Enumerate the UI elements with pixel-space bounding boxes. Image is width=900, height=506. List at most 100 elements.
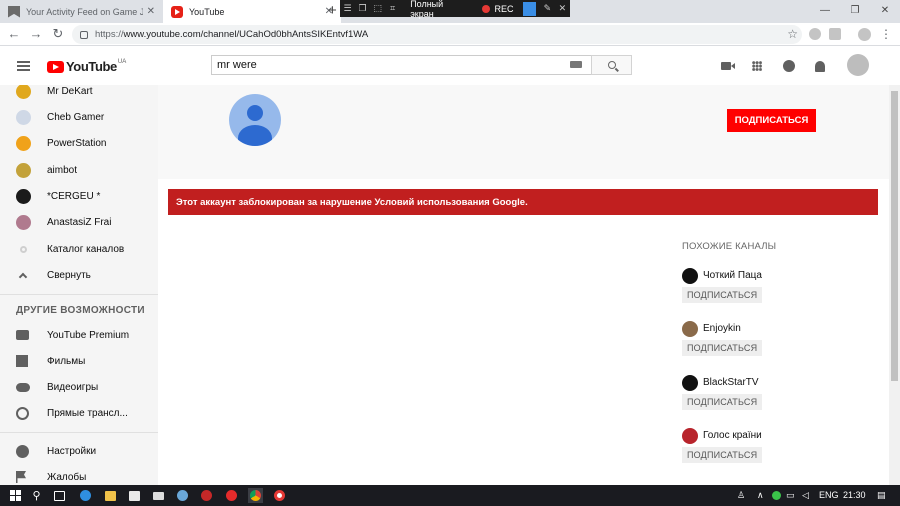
sidebar-item-aimbot[interactable]: aimbot bbox=[0, 157, 158, 183]
hamburger-menu-icon[interactable] bbox=[17, 61, 30, 71]
edge-button[interactable] bbox=[78, 488, 93, 503]
minimize-button[interactable]: — bbox=[810, 0, 840, 20]
task-view-button[interactable] bbox=[52, 488, 67, 503]
sidebar-item-anastasiz-frai[interactable]: AnastasiZ Frai bbox=[0, 209, 158, 235]
extension-icon[interactable] bbox=[829, 28, 841, 40]
windows-logo-icon bbox=[10, 490, 21, 501]
task-view-icon bbox=[54, 490, 65, 501]
search-icon[interactable]: ⚲ bbox=[29, 488, 44, 503]
bookmark-star-icon[interactable]: ☆ bbox=[787, 27, 798, 41]
related-channel-name[interactable]: Enjoykin bbox=[703, 323, 741, 334]
sidebar-item-youtube-premium[interactable]: YouTube Premium bbox=[0, 322, 158, 348]
close-recorder-icon[interactable]: ✕ bbox=[555, 0, 570, 17]
sidebar-item-channel-catalog[interactable]: Каталог каналов bbox=[0, 236, 158, 262]
related-channel-item: Чоткий Паца ПОДПИСАТЬСЯ bbox=[682, 268, 802, 312]
language-indicator[interactable]: ENG bbox=[819, 490, 839, 500]
chrome-menu-icon[interactable]: ⋮ bbox=[880, 27, 892, 41]
related-subscribe-button[interactable]: ПОДПИСАТЬСЯ bbox=[682, 447, 763, 463]
extension-icon[interactable] bbox=[809, 28, 821, 40]
related-channel-name[interactable]: Чоткий Паца bbox=[703, 270, 762, 281]
notifications-button[interactable] bbox=[813, 59, 827, 73]
related-channel-name[interactable]: BlackStarTV bbox=[703, 377, 759, 388]
address-bar[interactable]: https://www.youtube.com/channel/UCahOd0b… bbox=[72, 25, 802, 44]
volume-icon[interactable]: ◁ bbox=[802, 490, 809, 501]
store-button[interactable] bbox=[127, 488, 142, 503]
tab-close-icon[interactable]: ✕ bbox=[147, 6, 155, 17]
clock[interactable]: 21:30 bbox=[843, 490, 866, 500]
back-arrow-icon[interactable]: ← bbox=[6, 26, 22, 41]
new-tab-button[interactable]: + bbox=[328, 2, 337, 19]
create-video-button[interactable] bbox=[719, 59, 735, 73]
youtube-logo[interactable]: YouTube UA bbox=[47, 59, 126, 74]
scrollbar-thumb[interactable] bbox=[891, 91, 898, 381]
logo-text: YouTube bbox=[66, 59, 117, 74]
related-subscribe-button[interactable]: ПОДПИСАТЬСЯ bbox=[682, 287, 763, 303]
tab-game-jolt[interactable]: Your Activity Feed on Game Jolt ✕ bbox=[0, 0, 163, 23]
opera-button[interactable] bbox=[224, 488, 239, 503]
apps-button[interactable] bbox=[750, 59, 764, 73]
explorer-button[interactable] bbox=[103, 488, 118, 503]
keyboard-icon[interactable] bbox=[570, 61, 582, 68]
pen-icon[interactable]: ✎ bbox=[540, 0, 555, 17]
crop-icon[interactable]: ⌗ bbox=[385, 0, 400, 17]
tray-app-button[interactable] bbox=[769, 488, 784, 503]
store-icon bbox=[129, 490, 140, 501]
reload-icon[interactable]: ↻ bbox=[50, 26, 66, 42]
mail-button[interactable] bbox=[151, 488, 166, 503]
avatar[interactable] bbox=[847, 54, 869, 76]
youtube-premium-icon bbox=[16, 330, 29, 340]
messages-button[interactable] bbox=[782, 59, 796, 73]
tray-chevron-icon[interactable]: ∧ bbox=[757, 490, 764, 501]
people-icon[interactable]: ♙ bbox=[737, 490, 745, 501]
search-input[interactable]: mr were bbox=[211, 55, 592, 75]
tab-title: YouTube bbox=[189, 6, 225, 17]
sidebar-item-movies[interactable]: Фильмы bbox=[0, 348, 158, 374]
recorder-button[interactable] bbox=[272, 488, 287, 503]
chrome-button[interactable] bbox=[248, 488, 263, 503]
sidebar-item-reports[interactable]: Жалобы bbox=[0, 464, 158, 485]
related-subscribe-button[interactable]: ПОДПИСАТЬСЯ bbox=[682, 340, 763, 356]
profile-icon[interactable] bbox=[858, 28, 871, 41]
start-button[interactable] bbox=[8, 488, 23, 503]
sidebar-item-cheb-gamer[interactable]: Cheb Gamer bbox=[0, 104, 158, 130]
app-button[interactable] bbox=[199, 488, 214, 503]
url-rest: www.youtube.com/channel/UCahOd0bhAntsSIK… bbox=[123, 29, 369, 40]
channel-avatar-icon bbox=[16, 188, 31, 204]
related-channel-item: Голос країни ПОДПИСАТЬСЯ bbox=[682, 428, 802, 472]
close-window-button[interactable]: ✕ bbox=[870, 0, 900, 20]
sidebar-item-cergeu[interactable]: *CERGEU * bbox=[0, 183, 158, 209]
channel-avatar-icon[interactable] bbox=[682, 268, 698, 284]
region-icon[interactable]: ⬚ bbox=[370, 0, 385, 17]
menu-icon[interactable]: ☰ bbox=[340, 0, 355, 17]
sidebar-item-gaming[interactable]: Видеоигры bbox=[0, 374, 158, 400]
sidebar-item-collapse[interactable]: Свернуть bbox=[0, 262, 158, 288]
fullscreen-button[interactable]: Полный экран bbox=[400, 0, 476, 19]
search-button[interactable] bbox=[591, 55, 632, 75]
related-subscribe-button[interactable]: ПОДПИСАТЬСЯ bbox=[682, 394, 763, 410]
sidebar-heading: ДРУГИЕ ВОЗМОЖНОСТИ bbox=[16, 305, 145, 316]
bell-icon bbox=[815, 60, 825, 72]
subscribe-button[interactable]: ПОДПИСАТЬСЯ bbox=[727, 109, 816, 132]
channel-avatar-icon[interactable] bbox=[682, 428, 698, 444]
sidebar-item-powerstation[interactable]: PowerStation bbox=[0, 130, 158, 156]
channel-avatar-icon bbox=[16, 109, 31, 125]
sidebar-item-mr-dekart[interactable]: Mr DeKart bbox=[0, 85, 158, 104]
windows-icon[interactable]: ❐ bbox=[355, 0, 370, 17]
app-button[interactable] bbox=[175, 488, 190, 503]
color-swatch-icon[interactable] bbox=[523, 1, 536, 16]
maximize-button[interactable]: ❐ bbox=[840, 0, 870, 20]
rec-button[interactable]: REC bbox=[476, 4, 519, 14]
sidebar-item-live[interactable]: Прямые трансл... bbox=[0, 400, 158, 426]
youtube-play-icon bbox=[47, 60, 64, 73]
channel-avatar-icon[interactable] bbox=[682, 321, 698, 337]
sidebar-item-settings[interactable]: Настройки bbox=[0, 438, 158, 464]
related-channel-name[interactable]: Голос країни bbox=[703, 430, 762, 441]
sidebar-item-label: Видеоигры bbox=[47, 381, 99, 393]
page-scrollbar[interactable] bbox=[889, 85, 900, 485]
sidebar-item-label: YouTube Premium bbox=[47, 329, 130, 341]
tab-youtube[interactable]: YouTube ✕ bbox=[163, 0, 341, 23]
channel-avatar-icon[interactable] bbox=[682, 375, 698, 391]
forward-arrow-icon[interactable]: → bbox=[28, 26, 44, 41]
battery-icon[interactable]: ▭ bbox=[786, 490, 795, 501]
notifications-icon[interactable]: ▤ bbox=[877, 490, 886, 501]
